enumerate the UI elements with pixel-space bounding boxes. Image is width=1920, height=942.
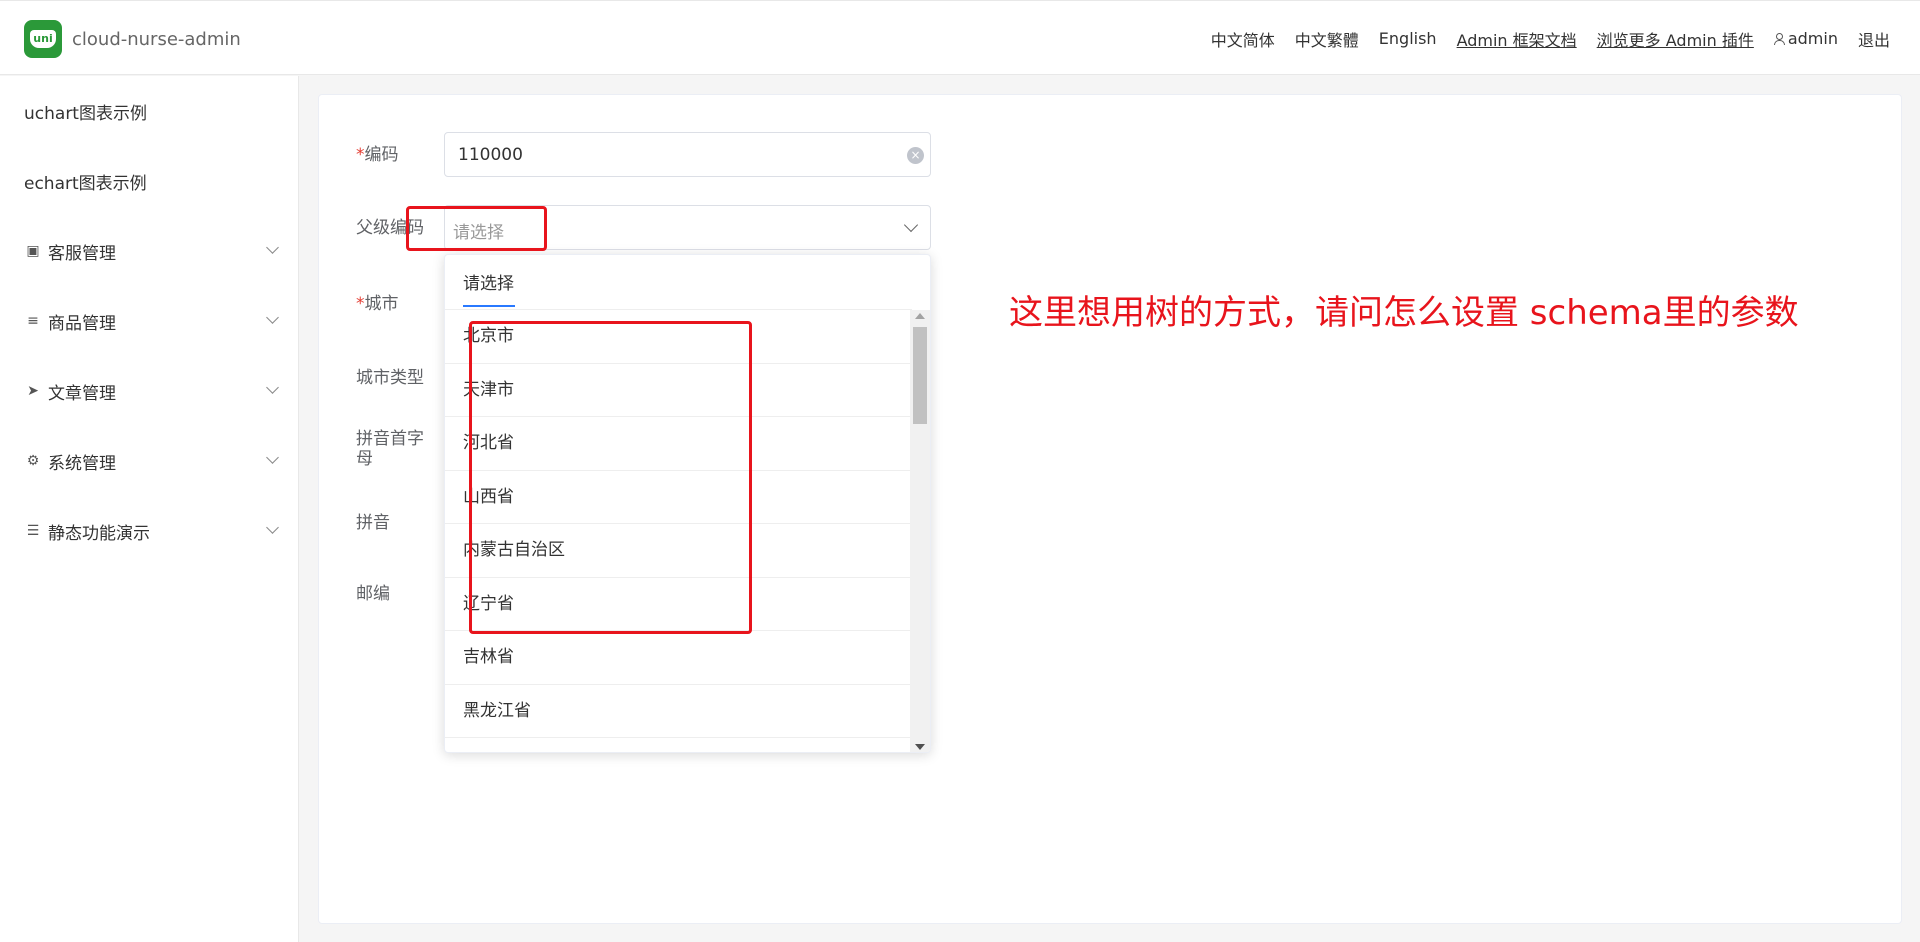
user-icon <box>1773 33 1785 45</box>
pinyin-initial-label: 拼音首字母 <box>356 429 424 469</box>
sidebar-item-label: 静态功能演示 <box>48 523 150 544</box>
brand[interactable]: uni cloud-nurse-admin <box>24 20 241 58</box>
city-label: *城市 <box>356 294 399 314</box>
code-label: *编码 <box>356 145 399 165</box>
more-plugins-link[interactable]: 浏览更多 Admin 插件 <box>1597 27 1754 51</box>
sidebar: uchart图表示例 echart图表示例 ▣ 客服管理 ≡ 商品管理 ➤ 文章… <box>0 76 299 942</box>
clear-icon[interactable]: × <box>907 147 924 164</box>
city-type-label: 城市类型 <box>356 368 424 388</box>
list-icon: ☰ <box>26 523 40 539</box>
lang-zh-hant-link[interactable]: 中文繁體 <box>1295 27 1359 51</box>
logo-text: uni <box>30 30 56 48</box>
chevron-down-icon <box>266 521 279 534</box>
pinyin-label: 拼音 <box>356 513 390 533</box>
annotation-box-parent-label <box>406 206 547 251</box>
sliders-icon: ≡ <box>27 313 39 329</box>
sidebar-item-echart[interactable]: echart图表示例 <box>24 166 289 196</box>
sidebar-item-uchart[interactable]: uchart图表示例 <box>24 96 289 126</box>
code-input-value: 110000 <box>458 145 523 165</box>
image-icon: ▣ <box>26 243 40 259</box>
chevron-down-icon <box>903 217 919 233</box>
lang-english-link[interactable]: English <box>1379 29 1437 48</box>
send-icon: ➤ <box>27 383 39 399</box>
navbar-menu: 中文简体 中文繁體 English Admin 框架文档 浏览更多 Admin … <box>1211 1 1890 76</box>
sidebar-item-label: 文章管理 <box>48 383 116 404</box>
chevron-down-icon <box>266 451 279 464</box>
dropdown-option[interactable]: 黑龙江省 <box>445 685 912 738</box>
scroll-up-arrow-icon[interactable] <box>915 313 925 319</box>
sidebar-item-label: 系统管理 <box>48 453 116 474</box>
app-logo: uni <box>24 20 62 58</box>
chevron-down-icon <box>266 311 279 324</box>
username: admin <box>1787 29 1838 48</box>
annotation-text: 这里想用树的方式，请问怎么设置 schema里的参数 <box>1009 293 1799 333</box>
active-tab-indicator <box>463 305 515 307</box>
annotation-box-options <box>469 321 752 634</box>
sidebar-item-system[interactable]: ⚙ 系统管理 <box>24 446 289 476</box>
sidebar-item-label: 客服管理 <box>48 243 116 264</box>
user-menu[interactable]: admin <box>1773 29 1838 48</box>
sidebar-item-label: uchart图表示例 <box>24 103 147 124</box>
code-input[interactable]: 110000 × <box>444 132 931 177</box>
chevron-down-icon <box>266 241 279 254</box>
dropdown-option[interactable]: 吉林省 <box>445 631 912 685</box>
lang-zh-hans-link[interactable]: 中文简体 <box>1211 27 1275 51</box>
sidebar-item-label: 商品管理 <box>48 313 116 334</box>
admin-docs-link[interactable]: Admin 框架文档 <box>1457 27 1577 51</box>
top-navbar: uni cloud-nurse-admin 中文简体 中文繁體 English … <box>0 0 1920 75</box>
sidebar-item-products[interactable]: ≡ 商品管理 <box>24 306 289 336</box>
dropdown-tab-please-select[interactable]: 请选择 <box>463 269 514 294</box>
sidebar-item-customer-service[interactable]: ▣ 客服管理 <box>24 236 289 266</box>
gear-icon: ⚙ <box>26 453 40 469</box>
zip-label: 邮编 <box>356 584 390 604</box>
sidebar-item-static-demo[interactable]: ☰ 静态功能演示 <box>24 516 289 546</box>
logout-link[interactable]: 退出 <box>1858 27 1890 51</box>
sidebar-item-articles[interactable]: ➤ 文章管理 <box>24 376 289 406</box>
scroll-thumb[interactable] <box>913 327 927 424</box>
sidebar-item-label: echart图表示例 <box>24 173 147 194</box>
scroll-down-arrow-icon[interactable] <box>915 744 925 750</box>
dropdown-scrollbar[interactable] <box>910 310 930 752</box>
chevron-down-icon <box>266 381 279 394</box>
app-name: cloud-nurse-admin <box>72 28 241 50</box>
